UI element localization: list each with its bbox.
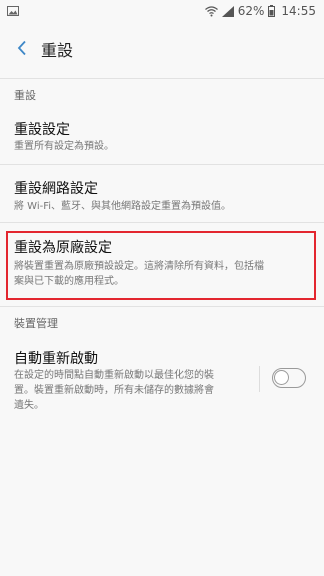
battery-icon <box>268 5 276 17</box>
reset-network-item[interactable]: 重設網路設定 將 Wi-Fi、藍牙、與其他網路設定重置為預設值。 <box>0 165 324 220</box>
battery-percent: 62% <box>237 4 265 18</box>
auto-restart-title: 自動重新啟動 <box>14 351 98 367</box>
clock: 14:55 <box>281 4 316 18</box>
cell-signal-icon <box>221 5 234 17</box>
section-header-reset: 重設 <box>14 89 36 102</box>
auto-restart-subtitle-line1: 在設定的時間點自動重新啟動以最佳化您的裝 <box>14 370 214 381</box>
section-header-device-management: 裝置管理 <box>14 317 58 330</box>
status-bar: 62% 14:55 <box>0 0 324 24</box>
wifi-icon <box>204 5 218 17</box>
toggle-separator <box>259 366 260 392</box>
reset-settings-subtitle: 重置所有設定為預設。 <box>14 141 114 152</box>
reset-settings-title: 重設設定 <box>14 122 70 138</box>
auto-restart-subtitle-line3: 遺失。 <box>14 400 44 411</box>
reset-settings-item[interactable]: 重設設定 重置所有設定為預設。 <box>0 110 324 160</box>
divider <box>0 78 324 79</box>
reset-network-title: 重設網路設定 <box>14 181 98 197</box>
back-arrow-icon <box>17 40 26 56</box>
reset-network-subtitle: 將 Wi-Fi、藍牙、與其他網路設定重置為預設值。 <box>14 201 232 212</box>
app-bar: 重設 <box>0 24 324 72</box>
auto-restart-toggle[interactable] <box>272 368 306 388</box>
divider <box>0 306 324 307</box>
page-title: 重設 <box>41 41 74 60</box>
back-button[interactable] <box>10 36 34 60</box>
highlight-box <box>6 231 316 300</box>
image-icon <box>7 5 19 17</box>
auto-restart-subtitle-line2: 置。裝置重新啟動時，所有未儲存的數據將會 <box>14 385 214 396</box>
toggle-knob <box>274 370 289 385</box>
